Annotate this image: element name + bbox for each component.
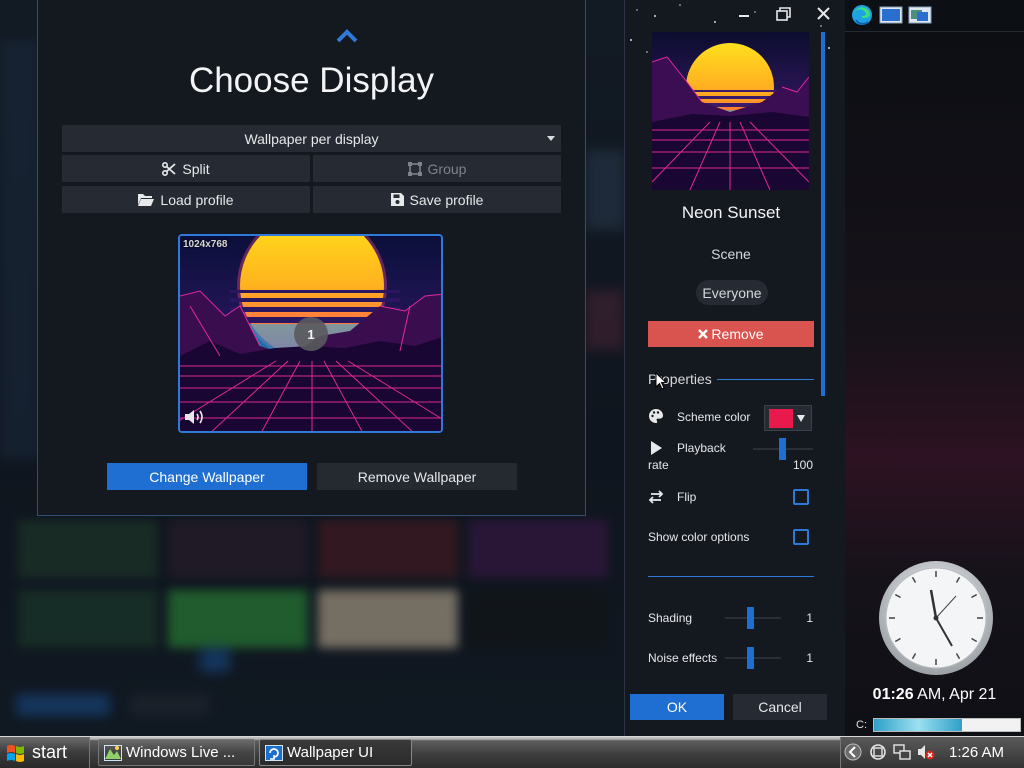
clock-date: AM, Apr 21 bbox=[913, 686, 997, 703]
wallpaper-mode-label: Wallpaper per display bbox=[244, 130, 379, 147]
desktop: Choose Display Wallpaper per display Spl… bbox=[0, 0, 1024, 768]
clock-hour: 01:26 bbox=[872, 686, 914, 703]
show-color-options-checkbox[interactable] bbox=[793, 529, 809, 545]
group-label: Group bbox=[427, 160, 467, 177]
system-tray: 1:26 AM bbox=[840, 737, 1024, 768]
desktop-sidebar: 01:26 AM, Apr 21 C: bbox=[845, 0, 1024, 740]
properties-panel: Neon Sunset Scene Everyone Remove Proper… bbox=[624, 0, 845, 740]
drive-usage-bar bbox=[873, 718, 1021, 732]
shading-label: Shading bbox=[648, 611, 693, 625]
wallpaper-title: Neon Sunset bbox=[681, 203, 781, 222]
restore-icon[interactable] bbox=[773, 4, 795, 24]
caret-down-icon bbox=[797, 415, 805, 422]
noise-effects-value: 1 bbox=[806, 651, 813, 665]
sidebar-toolbar bbox=[845, 0, 1024, 32]
flip-label: Flip bbox=[677, 490, 697, 504]
chevron-up-icon[interactable] bbox=[336, 29, 358, 43]
monitor-preview[interactable]: 1024x768 1 bbox=[178, 234, 443, 433]
split-label: Split bbox=[182, 160, 210, 177]
flip-checkbox[interactable] bbox=[793, 489, 809, 505]
monitor-resolution: 1024x768 bbox=[183, 239, 228, 250]
shading-slider[interactable] bbox=[747, 607, 754, 629]
taskbar-windows-live-label: Windows Live ... bbox=[126, 744, 236, 761]
flip-arrows-icon bbox=[648, 490, 664, 504]
properties-divider bbox=[717, 379, 814, 380]
playback-label: Playback bbox=[677, 441, 726, 455]
minimize-icon[interactable] bbox=[733, 4, 755, 24]
speaker-icon[interactable] bbox=[184, 408, 206, 426]
noise-effects-slider[interactable] bbox=[747, 647, 754, 669]
remove-wallpaper-button[interactable]: Remove Wallpaper bbox=[317, 463, 517, 490]
show-desktop-icon[interactable] bbox=[879, 4, 903, 26]
clock-date-time: 01:26 AM, Apr 21 bbox=[845, 686, 1024, 704]
cancel-button[interactable]: Cancel bbox=[733, 694, 827, 720]
load-profile-button[interactable]: Load profile bbox=[62, 186, 310, 213]
windows-live-icon bbox=[104, 744, 122, 761]
group-icon bbox=[407, 161, 422, 176]
save-icon bbox=[390, 193, 404, 206]
close-icon[interactable] bbox=[813, 4, 835, 24]
choose-display-dialog: Choose Display Wallpaper per display Spl… bbox=[37, 0, 586, 516]
noise-effects-label: Noise effects bbox=[648, 651, 718, 665]
drive-usage-fill bbox=[874, 719, 962, 731]
network-icon[interactable] bbox=[893, 743, 911, 761]
folder-open-icon bbox=[138, 194, 155, 206]
taskbar: start Windows Live ... Wallpaper UI 1:26… bbox=[0, 736, 1024, 768]
playback-rate-slider[interactable] bbox=[779, 438, 786, 460]
dialog-title: Choose Display bbox=[188, 61, 435, 100]
taskbar-windows-live[interactable]: Windows Live ... bbox=[98, 739, 255, 766]
tray-expand-icon[interactable] bbox=[844, 743, 862, 761]
save-profile-button[interactable]: Save profile bbox=[313, 186, 561, 213]
shading-value: 1 bbox=[806, 611, 813, 625]
taskbar-wallpaper-ui[interactable]: Wallpaper UI bbox=[259, 739, 412, 766]
playback-rate-label: rate bbox=[648, 458, 669, 472]
section-divider bbox=[648, 576, 814, 577]
drive-meter: C: bbox=[851, 716, 1021, 734]
close-icon bbox=[698, 329, 709, 339]
group-button[interactable]: Group bbox=[313, 155, 561, 182]
analog-clock[interactable] bbox=[878, 560, 994, 676]
windows-logo-icon bbox=[7, 744, 24, 762]
taskbar-wallpaper-ui-label: Wallpaper UI bbox=[287, 744, 374, 761]
caret-down-icon bbox=[547, 136, 555, 141]
wallpaper-engine-tray-icon[interactable] bbox=[869, 743, 887, 761]
remove-button[interactable]: Remove bbox=[648, 321, 814, 347]
scheme-color-swatch bbox=[769, 409, 793, 428]
mouse-cursor-icon bbox=[655, 372, 667, 390]
ok-button[interactable]: OK bbox=[630, 694, 724, 720]
taskbar-clock[interactable]: 1:26 AM bbox=[949, 744, 1004, 761]
show-color-options-label: Show color options bbox=[648, 530, 750, 544]
switch-windows-icon[interactable] bbox=[908, 4, 932, 26]
play-icon bbox=[651, 441, 662, 455]
drive-label: C: bbox=[856, 719, 867, 731]
edge-browser-icon[interactable] bbox=[850, 4, 874, 26]
wallpaper-mode-select[interactable]: Wallpaper per display bbox=[62, 125, 561, 152]
playback-rate-value: 100 bbox=[792, 458, 813, 472]
save-profile-label: Save profile bbox=[409, 191, 484, 208]
monitor-number-badge: 1 bbox=[294, 317, 328, 351]
wallpaper-ui-icon bbox=[265, 744, 283, 761]
load-profile-label: Load profile bbox=[160, 191, 234, 208]
scheme-color-label: Scheme color bbox=[677, 410, 751, 424]
volume-muted-icon[interactable] bbox=[917, 743, 935, 761]
split-button[interactable]: Split bbox=[62, 155, 310, 182]
start-label: start bbox=[32, 742, 68, 762]
start-button[interactable]: start bbox=[0, 737, 90, 768]
remove-label: Remove bbox=[711, 326, 764, 342]
wallpaper-thumbnail bbox=[652, 32, 809, 190]
palette-icon bbox=[649, 409, 663, 423]
wallpaper-type: Scene bbox=[711, 246, 751, 262]
scheme-color-picker[interactable] bbox=[764, 405, 812, 431]
rating-badge: Everyone bbox=[696, 280, 768, 305]
change-wallpaper-button[interactable]: Change Wallpaper bbox=[107, 463, 307, 490]
wallpaper-thumbnail-image bbox=[652, 32, 809, 190]
scissors-icon bbox=[162, 161, 176, 176]
